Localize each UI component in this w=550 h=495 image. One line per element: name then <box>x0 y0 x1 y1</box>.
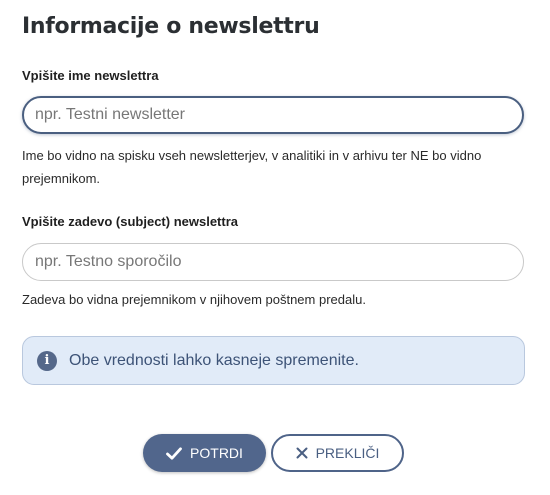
cancel-button-label: PREKLIČI <box>315 445 380 461</box>
name-field-label: Vpišite ime newslettra <box>22 68 159 83</box>
confirm-button-label: POTRDI <box>190 445 243 461</box>
name-field-help: Ime bo vidno na spisku vseh newsletterje… <box>22 148 482 186</box>
newsletter-name-input[interactable] <box>22 96 524 134</box>
check-icon <box>166 446 182 460</box>
info-alert: i Obe vrednosti lahko kasneje spremenite… <box>22 336 525 385</box>
page-title: Informacije o newslettru <box>22 14 320 39</box>
newsletter-subject-input[interactable] <box>22 243 524 281</box>
subject-field-label: Vpišite zadevo (subject) newslettra <box>22 214 239 229</box>
info-text: Obe vrednosti lahko kasneje spremenite. <box>69 351 359 369</box>
subject-field-help: Zadeva bo vidna prejemnikom v njihovem p… <box>22 292 366 307</box>
info-icon: i <box>37 350 57 371</box>
confirm-button[interactable]: POTRDI <box>143 434 266 472</box>
close-icon <box>296 447 308 459</box>
cancel-button[interactable]: PREKLIČI <box>271 434 404 472</box>
